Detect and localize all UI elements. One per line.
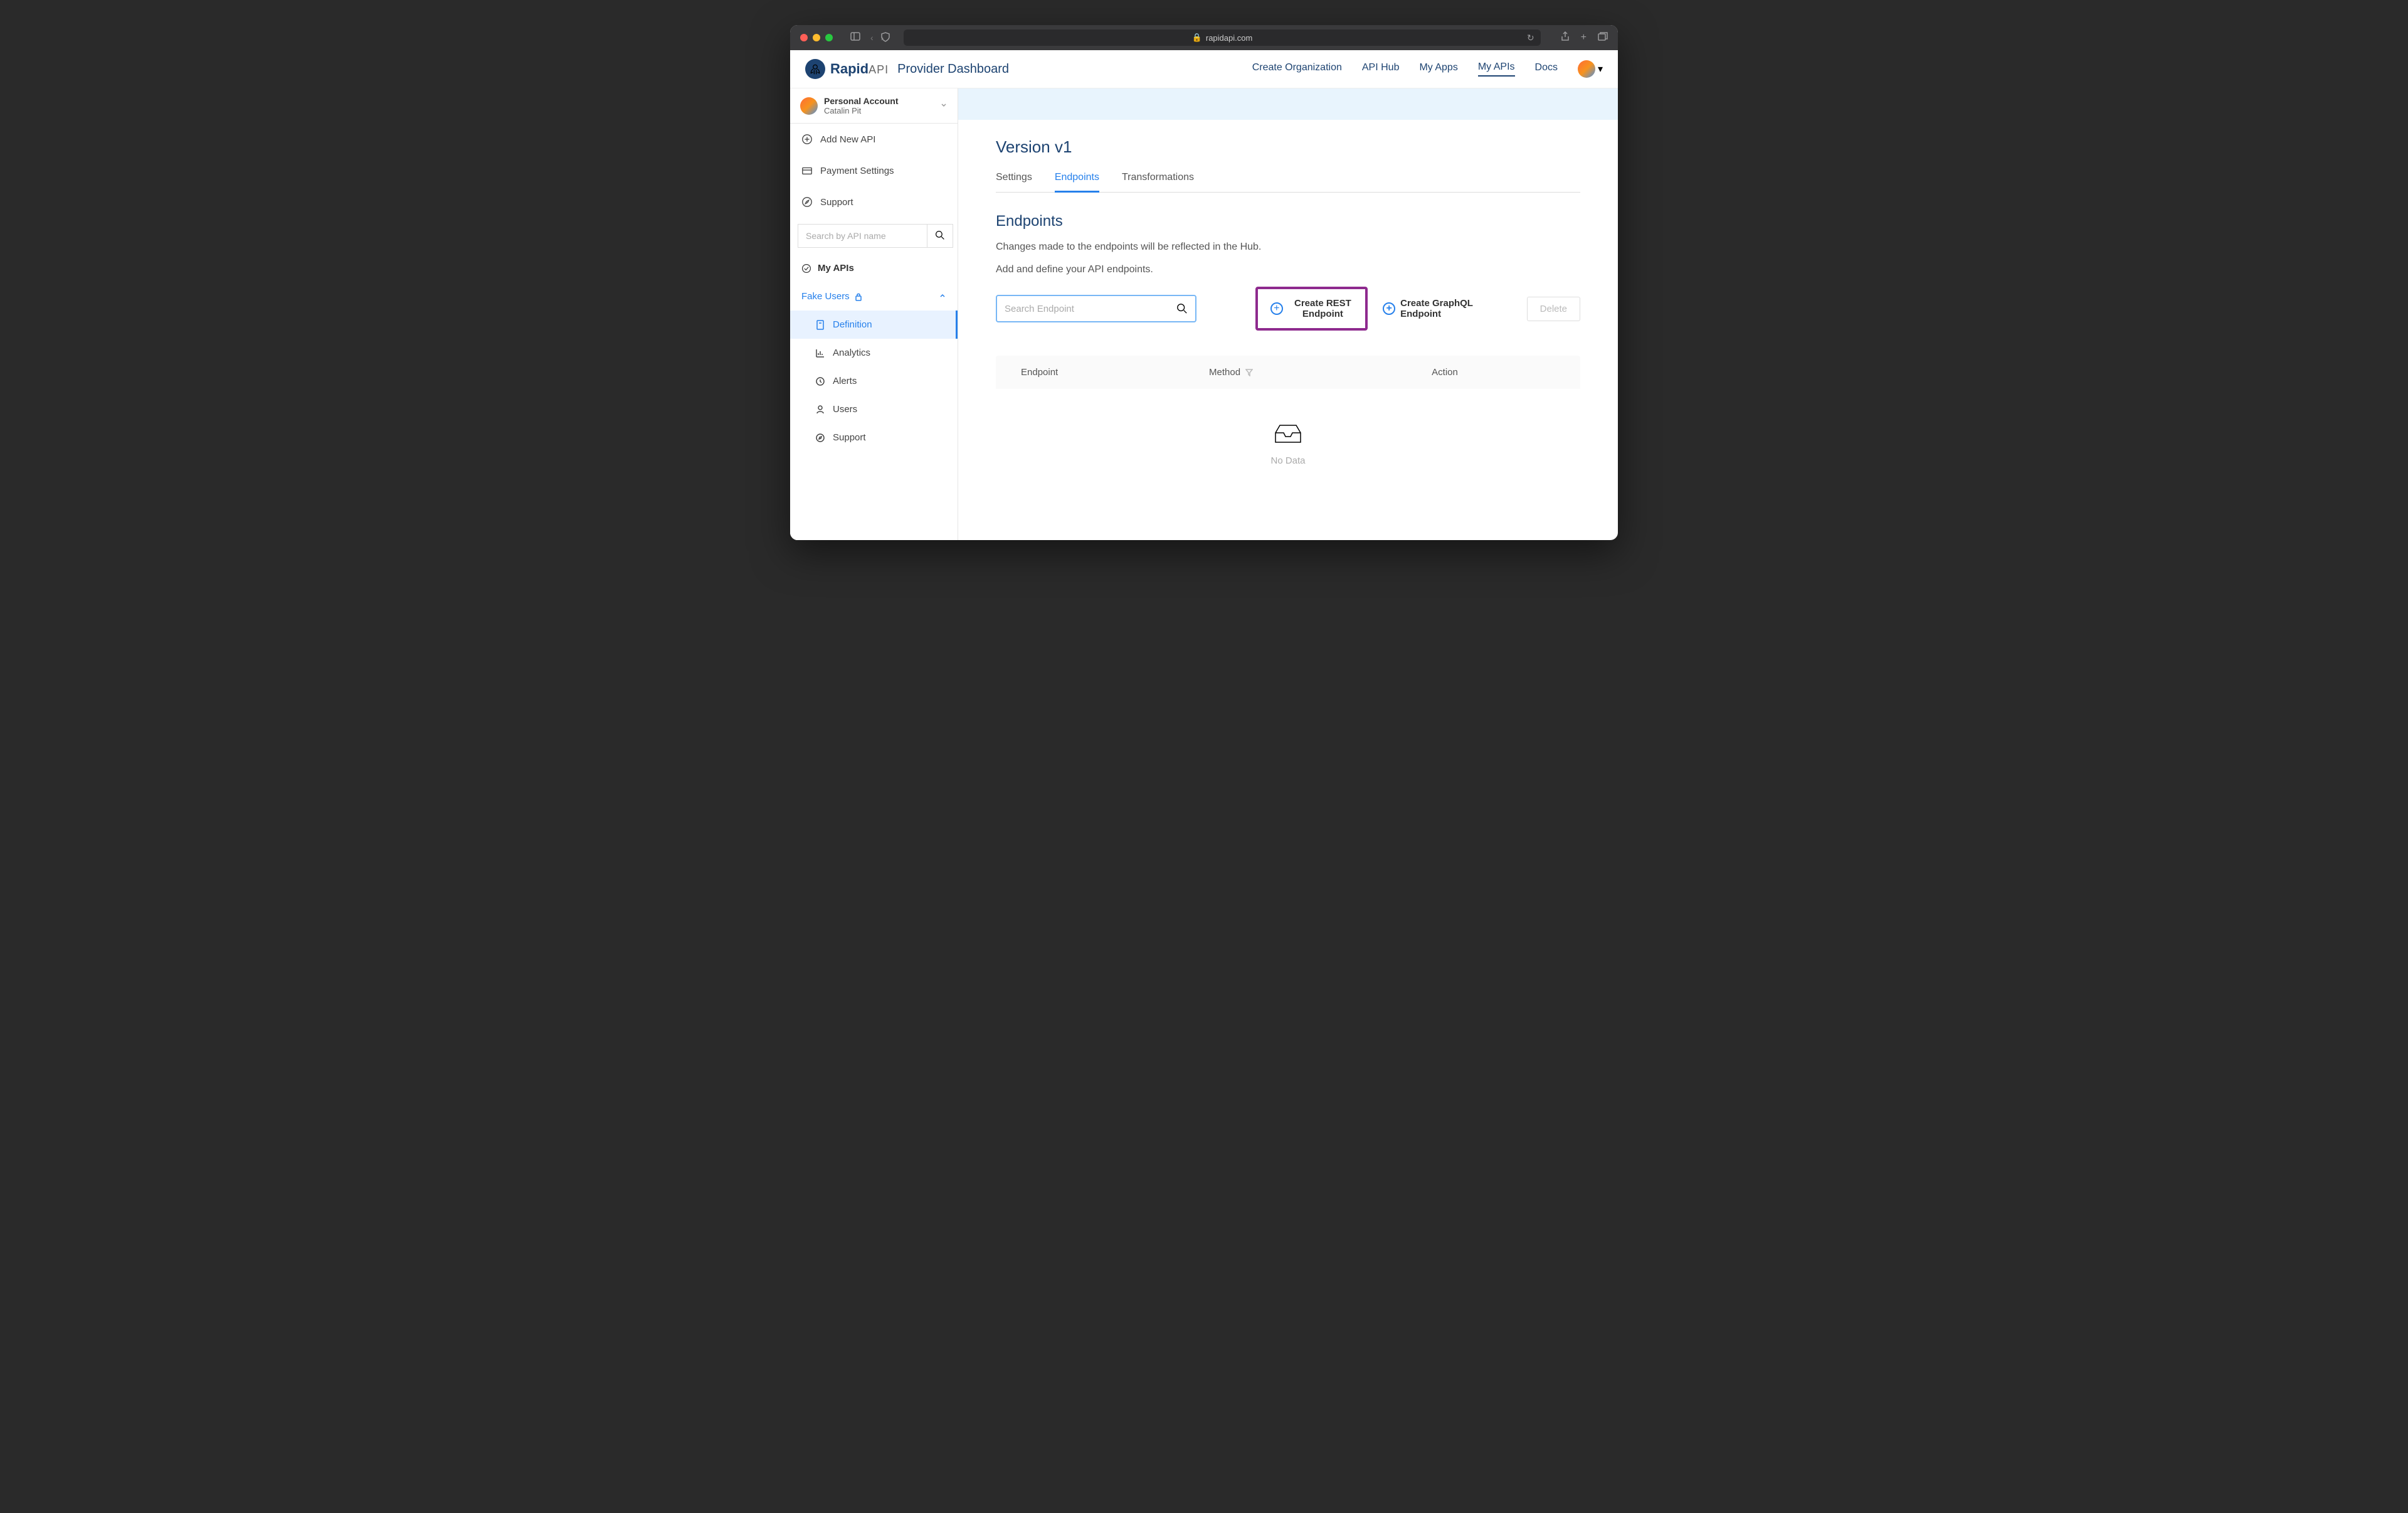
refresh-icon[interactable]: ↻ [1527,33,1534,43]
inbox-icon [1272,420,1304,445]
sidebar-sub-alerts[interactable]: Alerts [790,367,958,395]
sidebar: Personal Account Catalin Pit Add New API… [790,88,958,540]
close-window[interactable] [800,34,808,41]
table-header: Endpoint Method Action [996,356,1580,389]
tab-endpoints[interactable]: Endpoints [1055,172,1099,193]
clock-icon [815,376,825,386]
section-desc-1: Changes made to the endpoints will be re… [996,242,1580,253]
lock-icon [855,292,862,301]
sidebar-payment-settings[interactable]: Payment Settings [790,155,958,186]
endpoints-table: Endpoint Method Action No Data [996,356,1580,497]
search-api-button[interactable] [927,224,953,248]
chevron-down-icon: ▾ [1598,63,1603,75]
empty-state: No Data [996,389,1580,497]
tab-settings[interactable]: Settings [996,172,1032,192]
column-endpoint[interactable]: Endpoint [1021,367,1209,378]
create-graphql-endpoint-button[interactable]: + Create GraphQL Endpoint [1383,298,1512,319]
sidebar-add-api[interactable]: Add New API [790,124,958,155]
filter-icon[interactable] [1245,369,1253,376]
delete-button[interactable]: Delete [1527,297,1580,321]
nav-create-organization[interactable]: Create Organization [1252,62,1342,76]
search-api-input[interactable] [798,224,927,248]
avatar [1578,60,1595,78]
minimize-window[interactable] [813,34,820,41]
dashboard-title: Provider Dashboard [897,62,1009,77]
maximize-window[interactable] [825,34,833,41]
create-gql-label: Create GraphQL Endpoint [1400,298,1512,319]
search-icon [935,230,945,240]
sidebar-sub-users[interactable]: Users [790,395,958,423]
main-content: Version v1 Settings Endpoints Transforma… [958,88,1618,540]
sidebar-section-label: My APIs [818,263,854,273]
sub-item-label: Alerts [833,376,857,386]
create-rest-label: Create REST Endpoint [1293,298,1353,319]
logo[interactable]: RapidAPI [805,59,889,79]
account-switcher[interactable]: Personal Account Catalin Pit [790,88,958,124]
tabs-overview-icon[interactable] [1598,32,1608,44]
address-bar[interactable]: 🔒 rapidapi.com ↻ [904,29,1540,46]
page-title: Version v1 [996,137,1580,157]
compass-icon [801,196,813,208]
sub-item-label: Support [833,432,866,443]
chevron-up-icon [939,291,946,302]
plus-circle-icon: + [1270,302,1283,315]
compass-icon [815,433,825,443]
column-method[interactable]: Method [1209,367,1334,378]
search-endpoint-input[interactable] [1005,304,1176,314]
sidebar-support[interactable]: Support [790,186,958,218]
sidebar-sub-definition[interactable]: Definition [790,311,958,339]
nav-my-apis[interactable]: My APIs [1478,61,1515,77]
nav-my-apps[interactable]: My Apps [1419,62,1457,76]
sidebar-sub-support[interactable]: Support [790,423,958,452]
tab-transformations[interactable]: Transformations [1122,172,1194,192]
create-rest-endpoint-button[interactable]: + Create REST Endpoint [1255,287,1368,331]
chevron-down-icon [940,100,948,112]
brand-light: API [869,63,889,76]
lock-icon: 🔒 [1192,33,1202,43]
brand-bold: Rapid [830,61,869,77]
url-text: rapidapi.com [1206,33,1252,43]
nav-docs[interactable]: Docs [1535,62,1558,76]
logo-icon [805,59,825,79]
account-avatar [800,97,818,115]
user-menu[interactable]: ▾ [1578,60,1603,78]
section-title: Endpoints [996,213,1580,230]
sidebar-item-label: Add New API [820,134,875,145]
sub-item-label: Definition [833,319,872,330]
share-icon[interactable] [1561,31,1570,45]
sub-item-label: Users [833,404,857,415]
user-icon [815,405,825,415]
column-action: Action [1334,367,1555,378]
tabs: Settings Endpoints Transformations [996,172,1580,193]
shield-icon [881,32,890,44]
app-header: RapidAPI Provider Dashboard Create Organ… [790,50,1618,88]
empty-text: No Data [996,455,1580,466]
plus-circle-icon: + [1383,302,1395,315]
api-name-label: Fake Users [801,291,850,302]
back-button[interactable]: ‹ [870,33,874,43]
sidebar-toggle-icon[interactable] [850,32,860,44]
notice-bar [958,88,1618,120]
account-name: Catalin Pit [824,106,934,115]
sidebar-api-fake-users[interactable]: Fake Users [790,282,958,311]
check-circle-icon [801,263,811,273]
sidebar-my-apis-header[interactable]: My APIs [790,254,958,282]
sub-item-label: Analytics [833,348,870,358]
account-title: Personal Account [824,96,934,106]
window-controls [800,34,833,41]
column-method-label: Method [1209,367,1240,378]
plus-circle-icon [801,134,813,145]
nav-api-hub[interactable]: API Hub [1362,62,1400,76]
document-icon [815,320,825,330]
section-desc-2: Add and define your API endpoints. [996,264,1580,275]
browser-titlebar: ‹ › 🔒 rapidapi.com ↻ + [790,25,1618,50]
sidebar-item-label: Payment Settings [820,166,894,176]
sidebar-item-label: Support [820,197,853,208]
sidebar-sub-analytics[interactable]: Analytics [790,339,958,367]
chart-icon [815,348,825,358]
new-tab-icon[interactable]: + [1581,32,1587,43]
search-icon [1176,303,1188,314]
credit-card-icon [801,165,813,176]
